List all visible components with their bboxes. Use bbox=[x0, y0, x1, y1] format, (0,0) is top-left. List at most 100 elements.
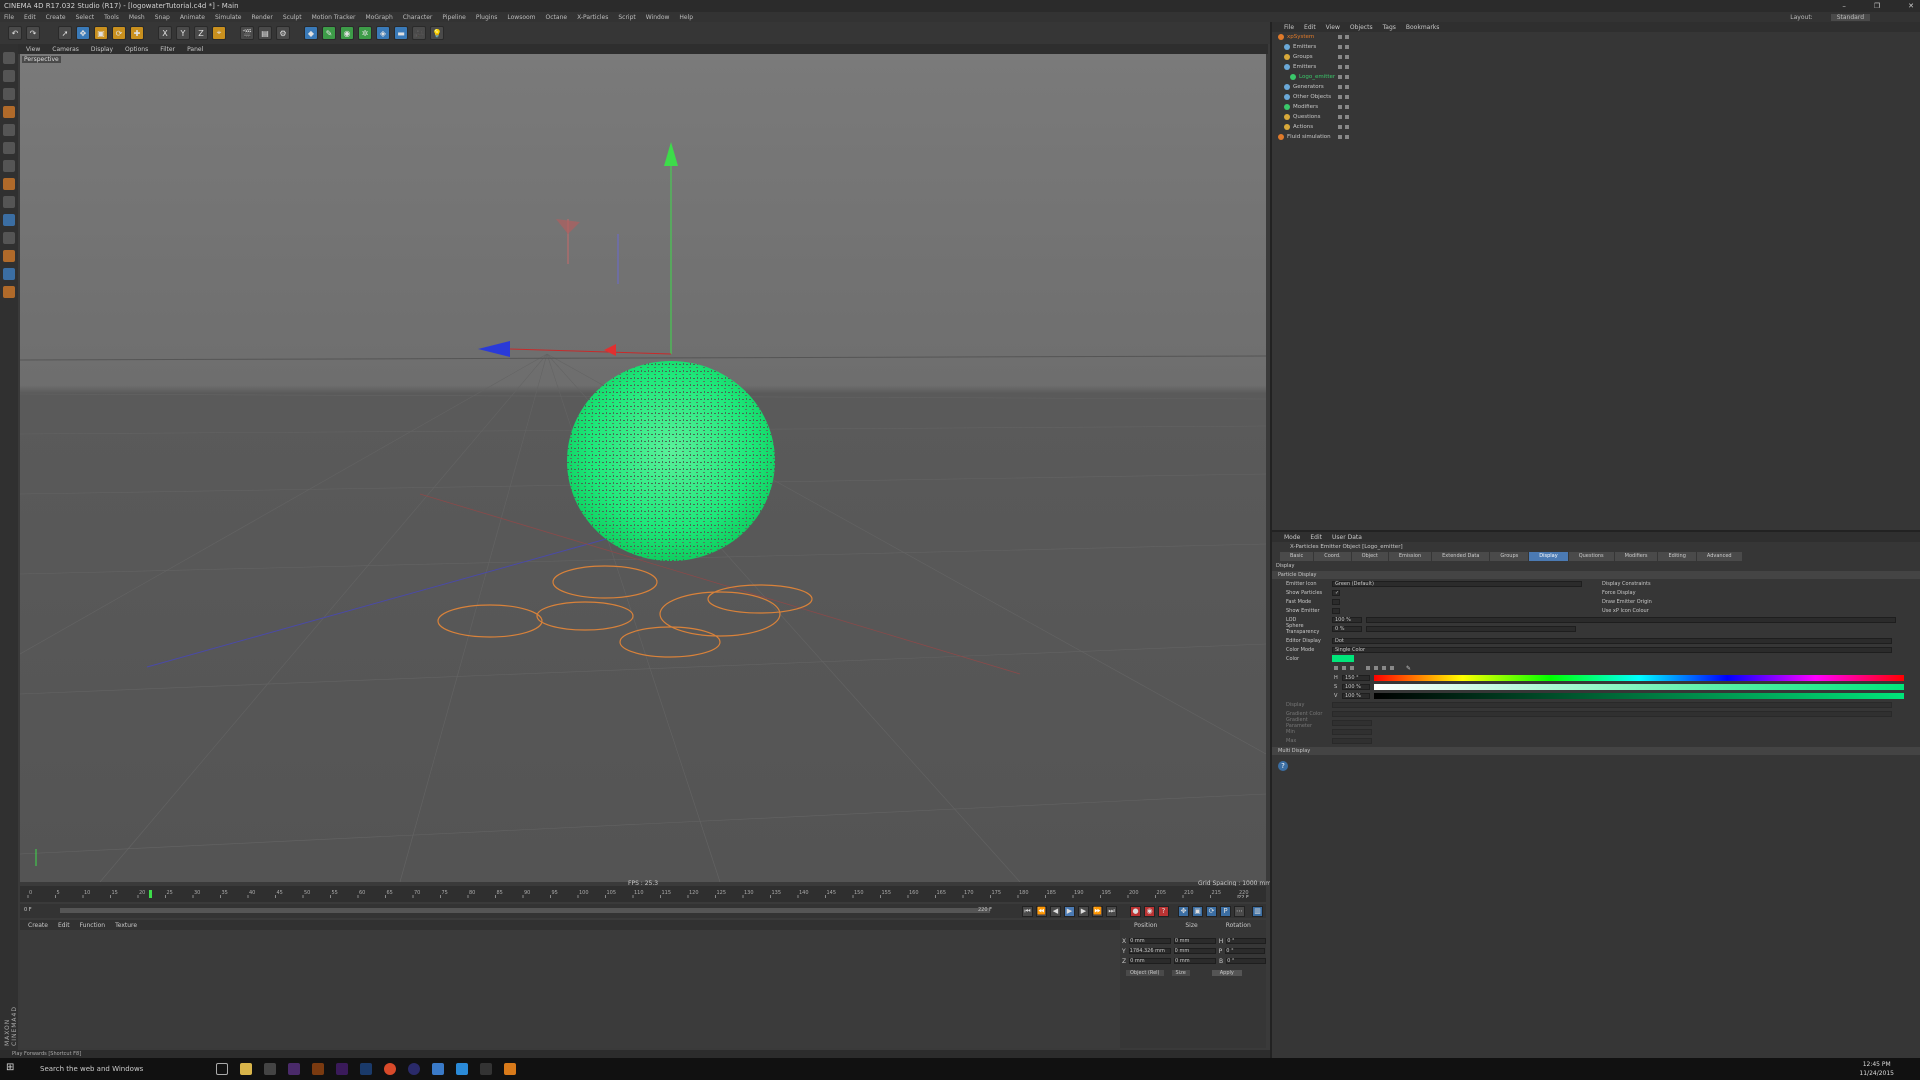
eyedropper-icon[interactable]: ✎ bbox=[1406, 665, 1411, 672]
coordinate-mode-dropdown[interactable]: Object (Rel) bbox=[1126, 970, 1164, 976]
current-frame-field[interactable]: 22 F bbox=[1238, 895, 1249, 898]
position-x-field[interactable]: 0 mm bbox=[1129, 938, 1171, 944]
light-icon[interactable]: 💡 bbox=[430, 26, 444, 40]
hsv-mode-icon[interactable] bbox=[1374, 666, 1378, 670]
viewport-menu-view[interactable]: View bbox=[26, 46, 40, 53]
make-editable-icon[interactable] bbox=[3, 52, 15, 64]
object-row[interactable]: Questions bbox=[1272, 112, 1920, 122]
preview-range-slider[interactable] bbox=[60, 908, 990, 913]
size-mode-dropdown[interactable]: Size bbox=[1171, 970, 1190, 976]
object-visibility-flags[interactable] bbox=[1338, 115, 1349, 119]
attribute-value-field[interactable] bbox=[1332, 728, 1372, 735]
menu-file[interactable]: File bbox=[4, 14, 14, 21]
file-explorer-icon[interactable] bbox=[240, 1063, 252, 1075]
illustrator-icon[interactable] bbox=[312, 1063, 324, 1075]
object-row[interactable]: Other Objects bbox=[1272, 92, 1920, 102]
help-icon[interactable]: ? bbox=[1278, 761, 1288, 771]
object-row[interactable]: Modifiers bbox=[1272, 102, 1920, 112]
menu-lowsoom[interactable]: Lowsoom bbox=[507, 14, 535, 21]
object-visibility-flags[interactable] bbox=[1338, 75, 1349, 79]
visibility-dot-icon[interactable] bbox=[1338, 65, 1342, 69]
attribute-value-field[interactable]: ✓ bbox=[1332, 589, 1340, 596]
enable-axis-icon[interactable] bbox=[3, 178, 15, 190]
keyframe-selection-icon[interactable]: ? bbox=[1158, 906, 1169, 917]
previous-frame-icon[interactable]: ◀ bbox=[1050, 906, 1061, 917]
timeline-window-icon[interactable]: ▥ bbox=[1252, 906, 1263, 917]
viewport-menu-panel[interactable]: Panel bbox=[187, 46, 203, 53]
kelvin-mode-icon[interactable] bbox=[1382, 666, 1386, 670]
attribute-checkbox-label[interactable]: Use xP Icon Colour bbox=[1602, 608, 1649, 614]
attribute-value-field[interactable]: 100 % bbox=[1332, 616, 1362, 623]
spectrum-icon[interactable] bbox=[1342, 666, 1346, 670]
menu-help[interactable]: Help bbox=[679, 14, 693, 21]
generator-icon[interactable]: ◉ bbox=[340, 26, 354, 40]
attribute-value-field[interactable]: 0 % bbox=[1332, 625, 1362, 632]
hsv-gradient-slider[interactable] bbox=[1374, 692, 1904, 699]
autokey-icon[interactable]: ◉ bbox=[1144, 906, 1155, 917]
attribute-tab[interactable]: Emission bbox=[1388, 552, 1432, 561]
attribute-value-field[interactable] bbox=[1332, 737, 1372, 744]
obj-menu-tags[interactable]: Tags bbox=[1383, 24, 1396, 31]
obj-menu-bookmarks[interactable]: Bookmarks bbox=[1406, 24, 1440, 31]
menu-animate[interactable]: Animate bbox=[180, 14, 205, 21]
visibility-dot-icon[interactable] bbox=[1338, 85, 1342, 89]
hsv-gradient-slider[interactable] bbox=[1374, 674, 1904, 681]
position-key-icon[interactable]: ✥ bbox=[1178, 906, 1189, 917]
cinema4d-icon[interactable] bbox=[408, 1063, 420, 1075]
object-row[interactable]: Generators bbox=[1272, 82, 1920, 92]
multi-display-section[interactable]: Multi Display bbox=[1272, 747, 1920, 755]
visibility-dot-icon[interactable] bbox=[1338, 45, 1342, 49]
menu-x-particles[interactable]: X-Particles bbox=[577, 14, 608, 21]
windows-start-icon[interactable]: ⊞ bbox=[6, 1062, 20, 1076]
object-visibility-flags[interactable] bbox=[1338, 135, 1349, 139]
visibility-dot-icon[interactable] bbox=[1345, 95, 1349, 99]
obj-menu-objects[interactable]: Objects bbox=[1350, 24, 1373, 31]
material-menu-edit[interactable]: Edit bbox=[58, 922, 70, 929]
attribute-tab[interactable]: Questions bbox=[1568, 552, 1614, 561]
visibility-dot-icon[interactable] bbox=[1345, 55, 1349, 59]
object-row[interactable]: xpSystem bbox=[1272, 32, 1920, 42]
menu-mograph[interactable]: MoGraph bbox=[366, 14, 393, 21]
visibility-dot-icon[interactable] bbox=[1345, 115, 1349, 119]
attribute-tab[interactable]: Display bbox=[1529, 552, 1568, 561]
viewport-camera-label[interactable]: Perspective bbox=[22, 56, 61, 63]
visibility-dot-icon[interactable] bbox=[1338, 55, 1342, 59]
redo-icon[interactable]: ↷ bbox=[26, 26, 40, 40]
z-axis-lock-button[interactable]: Z bbox=[194, 26, 208, 40]
material-menu-create[interactable]: Create bbox=[28, 922, 48, 929]
menu-select[interactable]: Select bbox=[76, 14, 95, 21]
undo-icon[interactable]: ↶ bbox=[8, 26, 22, 40]
menu-mesh[interactable]: Mesh bbox=[129, 14, 145, 21]
object-visibility-flags[interactable] bbox=[1338, 125, 1349, 129]
visibility-dot-icon[interactable] bbox=[1345, 85, 1349, 89]
visibility-dot-icon[interactable] bbox=[1345, 135, 1349, 139]
hsv-value-field[interactable]: 150 ° bbox=[1342, 674, 1370, 681]
close-button[interactable]: ✕ bbox=[1908, 0, 1914, 12]
attr-menu-mode[interactable]: Mode bbox=[1284, 534, 1300, 541]
photoshop-icon[interactable] bbox=[360, 1063, 372, 1075]
y-axis-lock-button[interactable]: Y bbox=[176, 26, 190, 40]
material-menu-texture[interactable]: Texture bbox=[115, 922, 137, 929]
menu-render[interactable]: Render bbox=[251, 14, 272, 21]
object-visibility-flags[interactable] bbox=[1338, 95, 1349, 99]
x-axis-lock-button[interactable]: X bbox=[158, 26, 172, 40]
visibility-dot-icon[interactable] bbox=[1345, 125, 1349, 129]
scale-tool-icon[interactable]: ▣ bbox=[94, 26, 108, 40]
start-frame-field[interactable]: 0 F bbox=[24, 907, 32, 913]
attribute-slider[interactable] bbox=[1366, 616, 1896, 623]
menu-tools[interactable]: Tools bbox=[104, 14, 119, 21]
polygons-mode-icon[interactable] bbox=[3, 160, 15, 172]
end-frame-field[interactable]: 220 F bbox=[978, 907, 992, 913]
coordinate-system-icon[interactable]: ⌖ bbox=[212, 26, 226, 40]
quantize-icon[interactable] bbox=[3, 286, 15, 298]
menu-edit[interactable]: Edit bbox=[24, 14, 36, 21]
vlc-icon[interactable] bbox=[504, 1063, 516, 1075]
system-clock[interactable]: 12:45 PM 11/24/2015 bbox=[1859, 1060, 1894, 1078]
object-row[interactable]: Actions bbox=[1272, 122, 1920, 132]
render-picture-viewer-icon[interactable]: ▤ bbox=[258, 26, 272, 40]
object-visibility-flags[interactable] bbox=[1338, 105, 1349, 109]
recent-tool-icon[interactable]: ✚ bbox=[130, 26, 144, 40]
visibility-dot-icon[interactable] bbox=[1338, 35, 1342, 39]
menu-octane[interactable]: Octane bbox=[546, 14, 568, 21]
snap-icon[interactable] bbox=[3, 214, 15, 226]
